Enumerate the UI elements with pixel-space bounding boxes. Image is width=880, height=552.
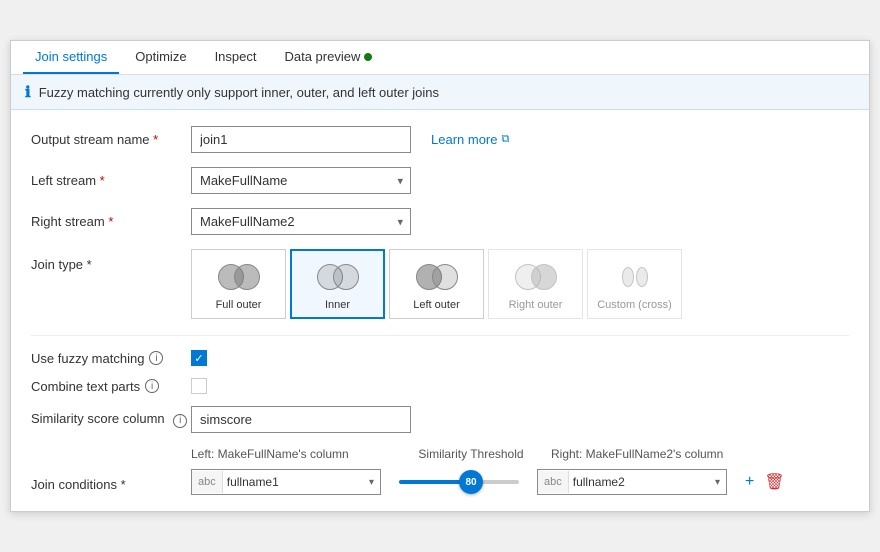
left-stream-select-wrapper: MakeFullName ▾ (191, 167, 411, 194)
right-column-select-wrapper: abc fullname2 ▾ (537, 469, 727, 495)
left-stream-required: * (100, 173, 105, 188)
right-stream-select-wrapper: MakeFullName2 ▾ (191, 208, 411, 235)
left-outer-venn (416, 259, 458, 295)
full-outer-label: Full outer (216, 299, 262, 311)
slider-track: 80 (399, 480, 519, 484)
join-conditions-content: Left: MakeFullName's column Similarity T… (191, 447, 849, 495)
left-column-select[interactable]: fullname1 (223, 470, 369, 494)
right-stream-label: Right stream * (31, 214, 191, 229)
join-types-container: Full outer Inner Left outer (191, 249, 682, 319)
slider-thumb[interactable]: 80 (459, 470, 483, 494)
right-stream-select[interactable]: MakeFullName2 (191, 208, 411, 235)
learn-more-link[interactable]: Learn more ⧉ (431, 132, 509, 147)
similarity-score-row: Similarity score column i (31, 406, 849, 433)
use-fuzzy-label: Use fuzzy matching i (31, 351, 191, 366)
custom-cross-venn (622, 259, 648, 295)
join-type-inner[interactable]: Inner (290, 249, 385, 319)
right-column-chevron: ▾ (715, 477, 726, 488)
form-content: Output stream name * Learn more ⧉ Left s… (11, 110, 869, 511)
custom-cross-label: Custom (cross) (597, 299, 672, 311)
add-condition-button[interactable]: + (743, 471, 756, 493)
data-preview-dot (364, 53, 372, 61)
join-settings-window: Join settings Optimize Inspect Data prev… (10, 40, 870, 512)
join-conditions-label: Join conditions * (31, 447, 191, 492)
join-type-left-outer[interactable]: Left outer (389, 249, 484, 319)
output-stream-required: * (153, 132, 158, 147)
join-type-right-outer[interactable]: Right outer (488, 249, 583, 319)
conditions-header: Left: MakeFullName's column Similarity T… (191, 447, 849, 461)
output-stream-row: Output stream name * Learn more ⧉ (31, 126, 849, 153)
condition-row-1: abc fullname1 ▾ 80 (191, 469, 849, 495)
join-type-full-outer[interactable]: Full outer (191, 249, 286, 319)
left-column-chevron: ▾ (369, 477, 380, 488)
full-outer-venn (218, 259, 260, 295)
left-column-prefix: abc (192, 471, 223, 493)
join-conditions-required: * (121, 477, 126, 492)
left-stream-row: Left stream * MakeFullName ▾ (31, 167, 849, 194)
tab-data-preview[interactable]: Data preview (272, 41, 384, 74)
divider (31, 335, 849, 336)
use-fuzzy-info-icon[interactable]: i (149, 351, 163, 365)
tab-join-settings[interactable]: Join settings (23, 41, 119, 74)
info-icon: ℹ (25, 83, 31, 101)
right-column-prefix: abc (538, 471, 569, 493)
cond-header-mid: Similarity Threshold (391, 447, 551, 461)
use-fuzzy-row: Use fuzzy matching i (31, 350, 849, 366)
threshold-slider[interactable]: 80 (389, 480, 529, 484)
left-stream-select[interactable]: MakeFullName (191, 167, 411, 194)
similarity-info-icon[interactable]: i (173, 414, 187, 428)
join-conditions-row: Join conditions * Left: MakeFullName's c… (31, 447, 849, 495)
right-outer-label: Right outer (509, 299, 563, 311)
join-type-label: Join type * (31, 249, 191, 272)
combine-text-info-icon[interactable]: i (145, 379, 159, 393)
combine-text-row: Combine text parts i (31, 378, 849, 394)
cond-header-right: Right: MakeFullName2's column (551, 447, 751, 461)
join-type-required: * (87, 257, 92, 272)
output-stream-label: Output stream name * (31, 132, 191, 147)
tab-bar: Join settings Optimize Inspect Data prev… (11, 41, 869, 75)
inner-venn (317, 259, 359, 295)
tab-inspect[interactable]: Inspect (203, 41, 269, 74)
inner-label: Inner (325, 299, 350, 311)
tab-optimize[interactable]: Optimize (123, 41, 198, 74)
right-outer-venn (515, 259, 557, 295)
combine-text-checkbox[interactable] (191, 378, 207, 394)
right-stream-row: Right stream * MakeFullName2 ▾ (31, 208, 849, 235)
delete-condition-button[interactable]: 🗑 (762, 470, 786, 494)
left-stream-label: Left stream * (31, 173, 191, 188)
left-column-select-wrapper: abc fullname1 ▾ (191, 469, 381, 495)
join-type-custom-cross[interactable]: Custom (cross) (587, 249, 682, 319)
right-column-select[interactable]: fullname2 (569, 470, 715, 494)
info-banner-text: Fuzzy matching currently only support in… (39, 85, 439, 100)
use-fuzzy-checkbox[interactable] (191, 350, 207, 366)
similarity-score-label: Similarity score column i (31, 411, 191, 428)
combine-text-label: Combine text parts i (31, 379, 191, 394)
output-stream-input[interactable] (191, 126, 411, 153)
info-banner: ℹ Fuzzy matching currently only support … (11, 75, 869, 110)
similarity-score-input[interactable] (191, 406, 411, 433)
external-link-icon: ⧉ (501, 133, 509, 146)
condition-actions: + 🗑 (743, 470, 787, 494)
left-outer-label: Left outer (413, 299, 459, 311)
cond-header-left: Left: MakeFullName's column (191, 447, 391, 461)
join-type-row: Join type * Full outer (31, 249, 849, 319)
right-stream-required: * (108, 214, 113, 229)
